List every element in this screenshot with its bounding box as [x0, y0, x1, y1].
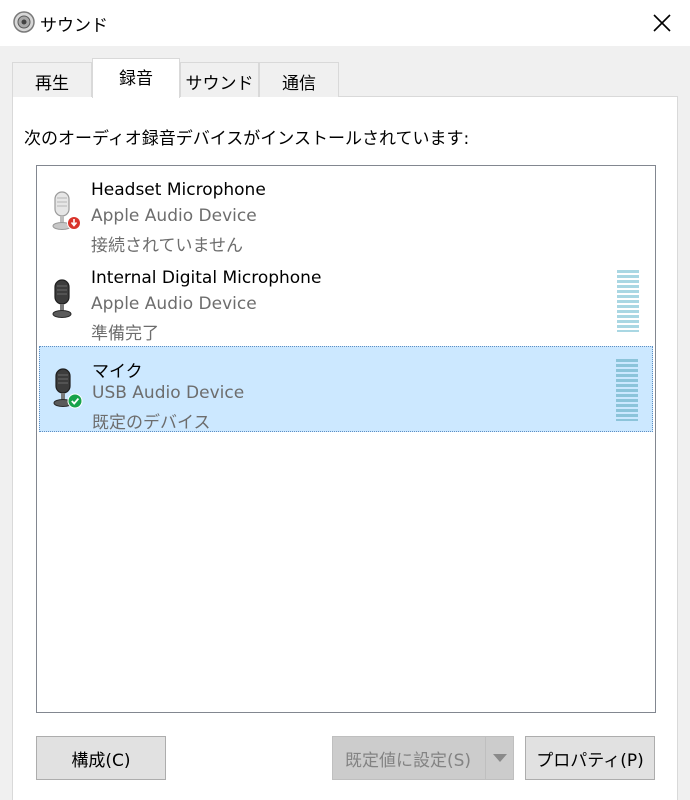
device-item-headset-microphone[interactable]: Headset Microphone Apple Audio Device 接続…	[39, 170, 653, 256]
configure-button-label: 構成(C)	[71, 750, 131, 771]
window-title: サウンド	[40, 16, 108, 36]
tab-communications[interactable]: 通信	[259, 62, 339, 97]
title-bar: サウンド	[0, 0, 690, 46]
microphone-default-icon	[53, 368, 83, 409]
properties-button[interactable]: プロパティ(P)	[525, 736, 655, 780]
close-button[interactable]	[634, 0, 690, 46]
microphone-icon	[52, 279, 72, 318]
device-type: Apple Audio Device	[91, 294, 257, 314]
level-meter	[616, 359, 638, 421]
speaker-icon	[13, 11, 35, 33]
instruction-text: 次のオーディオ録音デバイスがインストールされています:	[24, 129, 470, 149]
close-icon	[653, 14, 671, 32]
level-meter	[617, 270, 639, 332]
device-status: 準備完了	[91, 324, 159, 344]
tab-label: 録音	[119, 69, 153, 89]
tab-playback[interactable]: 再生	[12, 62, 92, 97]
microphone-disconnected-icon	[52, 191, 81, 230]
tab-label: 通信	[282, 74, 316, 94]
tab-label: 再生	[35, 74, 69, 94]
device-item-mic-selected[interactable]: マイク USB Audio Device 既定のデバイス	[39, 346, 653, 433]
device-name: Headset Microphone	[91, 180, 266, 200]
tab-label: サウンド	[185, 74, 254, 94]
device-name: Internal Digital Microphone	[91, 268, 322, 288]
tab-recording[interactable]: 録音	[92, 58, 180, 98]
device-item-internal-digital-microphone[interactable]: Internal Digital Microphone Apple Audio …	[39, 258, 653, 344]
set-default-dropdown[interactable]	[485, 737, 513, 779]
device-status: 既定のデバイス	[92, 413, 211, 433]
device-type: USB Audio Device	[92, 383, 245, 403]
tab-sounds[interactable]: サウンド	[180, 62, 259, 97]
properties-button-label: プロパティ(P)	[536, 750, 644, 771]
chevron-down-icon	[492, 754, 507, 762]
configure-button[interactable]: 構成(C)	[36, 736, 166, 780]
device-name: マイク	[92, 362, 143, 382]
device-status: 接続されていません	[91, 236, 243, 256]
set-default-button[interactable]: 既定値に設定(S)	[332, 736, 514, 780]
device-list[interactable]: Headset Microphone Apple Audio Device 接続…	[36, 165, 656, 713]
set-default-button-label: 既定値に設定(S)	[345, 750, 472, 771]
device-type: Apple Audio Device	[91, 206, 257, 226]
